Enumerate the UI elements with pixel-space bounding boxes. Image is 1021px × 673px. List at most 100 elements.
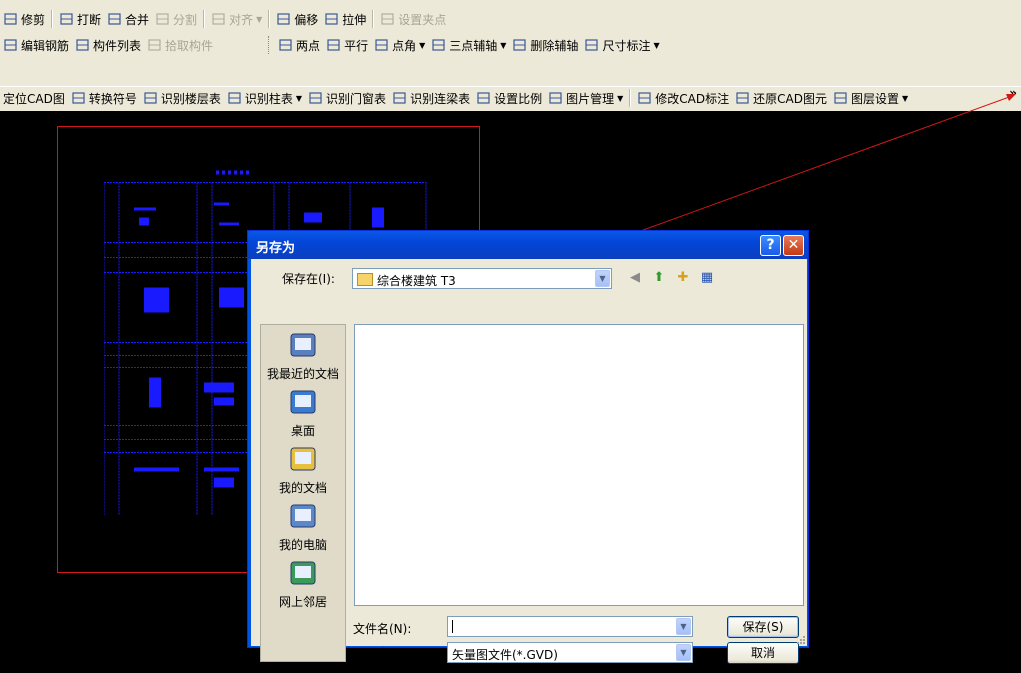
toolbar-button[interactable]: 三点辅轴 ▼ <box>428 35 509 55</box>
toolbar-button[interactable]: 偏移 <box>273 9 321 29</box>
chevron-down-icon[interactable]: ▼ <box>500 41 506 50</box>
place-network-places[interactable]: 网上邻居 <box>261 558 345 610</box>
network-places-icon <box>287 558 319 590</box>
chevron-down-icon[interactable]: ▼ <box>617 94 623 103</box>
place-label: 网上邻居 <box>278 595 327 609</box>
folder-icon <box>357 273 373 286</box>
place-my-documents[interactable]: 我的文档 <box>261 444 345 496</box>
view-menu-icon[interactable]: ▦ <box>698 269 716 287</box>
help-button[interactable]: ? <box>760 235 781 256</box>
merge-icon <box>107 12 122 26</box>
toolbar-button-label: 定位CAD图 <box>3 91 65 106</box>
recognize-floor-table-icon <box>143 91 158 105</box>
toolbar-button[interactable]: 识别连梁表 <box>389 88 473 108</box>
toolbar-button[interactable]: 尺寸标注 ▼ <box>581 35 662 55</box>
chevron-down-icon[interactable]: ▼ <box>256 15 262 24</box>
resize-grip-icon[interactable] <box>795 634 805 644</box>
toolbar-button[interactable]: 还原CAD图元 <box>732 88 830 108</box>
toolbar-button[interactable]: 修改CAD标注 <box>634 88 732 108</box>
chevron-down-icon[interactable]: ▼ <box>902 94 908 103</box>
text-cursor <box>452 620 453 633</box>
dialog-titlebar[interactable]: 另存为 ? ✕ <box>248 231 808 259</box>
toolbar-button-label: 平行 <box>344 38 369 53</box>
toolbar-button[interactable]: 识别楼层表 <box>140 88 224 108</box>
toolbar-button[interactable]: 删除辅轴 <box>509 35 581 55</box>
chevron-down-icon[interactable]: ▼ <box>676 618 691 635</box>
toolbar-button[interactable]: 转换符号 <box>68 88 140 108</box>
save-in-label: 保存在(I): <box>282 272 335 286</box>
toolbar-button[interactable]: 拾取构件 <box>144 35 216 55</box>
chevron-down-icon[interactable]: ▼ <box>676 644 691 661</box>
chevron-down-icon[interactable]: ▼ <box>653 41 659 50</box>
new-folder-icon[interactable]: ✚ <box>674 269 692 287</box>
offset-icon <box>276 12 291 26</box>
toolbar-button-label: 转换符号 <box>88 91 137 106</box>
toolbar-button[interactable]: 分割 <box>152 9 200 29</box>
toolbar-button-label: 两点 <box>296 38 321 53</box>
toolbar-row-2-right: 两点 平行 点角 ▼ 三点辅轴 ▼ 删除辅轴 尺寸标注 ▼ <box>275 35 663 55</box>
toolbar-button[interactable]: 点角 ▼ <box>371 35 428 55</box>
save-as-dialog: 另存为 ? ✕ 保存在(I): 综合楼建筑 T3 ▼ ◀ ⬆ ✚ ▦ 我最近的文… <box>247 230 809 664</box>
toolbar-button-label: 拾取构件 <box>165 38 214 53</box>
toolbar-button[interactable]: 对齐 ▼ <box>208 9 265 29</box>
place-recent-docs[interactable]: 我最近的文档 <box>261 330 345 382</box>
place-my-computer[interactable]: 我的电脑 <box>261 501 345 553</box>
save-button[interactable]: 保存(S) <box>727 616 799 638</box>
place-desktop[interactable]: 桌面 <box>261 387 345 439</box>
filename-label: 文件名(N): <box>353 622 412 636</box>
toolbar-button[interactable]: 识别柱表 ▼ <box>224 88 305 108</box>
close-button[interactable]: ✕ <box>783 235 804 256</box>
align-icon <box>211 12 226 26</box>
save-in-combo[interactable]: 综合楼建筑 T3 ▼ <box>352 268 612 289</box>
toolbar-grip[interactable] <box>268 36 272 54</box>
toolbar-button-label: 合并 <box>125 12 150 27</box>
toolbar-button[interactable]: 图片管理 ▼ <box>545 88 626 108</box>
set-scale-icon <box>476 91 491 105</box>
save-in-text: 综合楼建筑 T3 <box>377 274 456 288</box>
toolbar-button-label: 识别楼层表 <box>160 91 221 106</box>
toolbar-button[interactable]: 设置比例 <box>473 88 545 108</box>
toolbar-button[interactable]: 拉伸 <box>321 9 369 29</box>
toolbar-button-label: 图层设置 <box>850 91 899 106</box>
toolbar-button-label: 偏移 <box>294 12 319 27</box>
toolbar-button[interactable]: 定位CAD图 <box>0 88 68 108</box>
toolbar-button[interactable]: 两点 <box>275 35 323 55</box>
cancel-button[interactable]: 取消 <box>727 642 799 664</box>
toolbar-button[interactable]: 图层设置 ▼ <box>830 88 911 108</box>
recognize-beam-table-icon <box>392 91 407 105</box>
toolbar-overflow-chevron[interactable]: » <box>1009 86 1017 100</box>
back-icon[interactable]: ◀ <box>626 269 644 287</box>
toolbar-button-label: 打断 <box>77 12 102 27</box>
toolbar-button[interactable]: 设置夹点 <box>377 9 449 29</box>
filetype-select[interactable]: 矢量图文件(*.GVD) ▼ <box>447 642 693 663</box>
parallel-icon <box>326 38 341 52</box>
toolbar-button-label: 识别门窗表 <box>326 91 387 106</box>
toolbar-button-label: 点角 <box>392 38 417 53</box>
pick-component-icon <box>147 38 162 52</box>
chevron-down-icon[interactable]: ▼ <box>296 94 302 103</box>
toolbar-button-label: 编辑钢筋 <box>21 38 70 53</box>
toolbar-button[interactable]: 识别门窗表 <box>305 88 389 108</box>
toolbar-row-3: 定位CAD图 转换符号 识别楼层表 识别柱表 ▼ 识别门窗表 识别连梁表 设置比例 图片管理 ▼ 修… <box>0 86 911 110</box>
save-in-value: 综合楼建筑 T3 <box>357 272 456 289</box>
toolbar-button[interactable]: 合并 <box>104 9 152 29</box>
toolbar-button-label: 拉伸 <box>342 12 367 27</box>
toolbar-button-label: 构件列表 <box>93 38 142 53</box>
toolbar-separator <box>51 10 54 28</box>
trim-icon <box>3 12 18 26</box>
chevron-down-icon[interactable]: ▼ <box>419 41 425 50</box>
toolbar-button[interactable]: 编辑钢筋 <box>0 35 72 55</box>
filename-input[interactable]: ▼ <box>447 616 693 637</box>
image-manage-icon <box>548 91 563 105</box>
dialog-body: 保存在(I): 综合楼建筑 T3 ▼ ◀ ⬆ ✚ ▦ 我最近的文档 桌面 我的文档我… <box>251 259 807 664</box>
toolbar-button[interactable]: 打断 <box>56 9 104 29</box>
up-folder-icon[interactable]: ⬆ <box>650 269 668 287</box>
filetype-label: 保存类型(T): <box>353 647 422 661</box>
chevron-down-icon[interactable]: ▼ <box>595 270 610 287</box>
desktop-icon <box>287 387 319 419</box>
file-list[interactable] <box>354 324 804 606</box>
toolbar-button[interactable]: 修剪 <box>0 9 48 29</box>
toolbar-button[interactable]: 平行 <box>323 35 371 55</box>
component-list-icon <box>75 38 90 52</box>
toolbar-button[interactable]: 构件列表 <box>72 35 144 55</box>
